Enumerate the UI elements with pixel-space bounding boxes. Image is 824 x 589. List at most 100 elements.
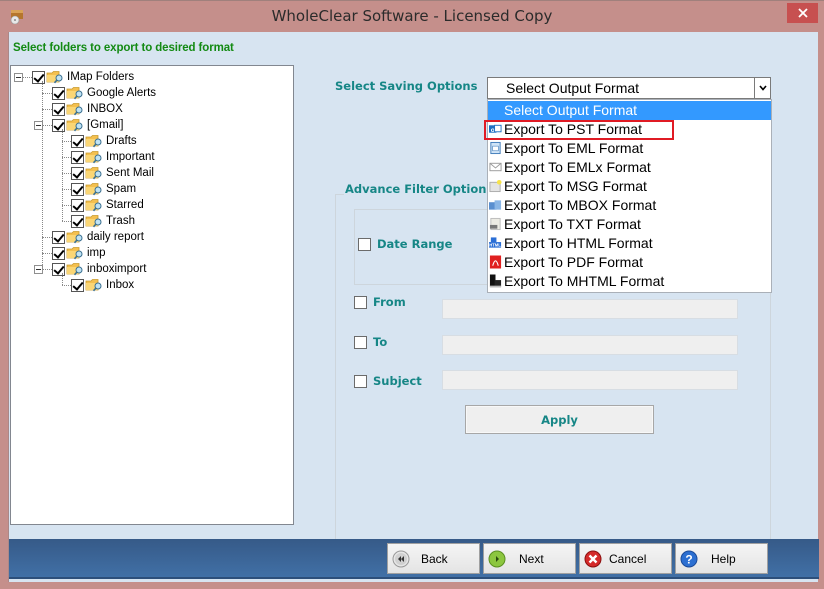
subject-input[interactable] xyxy=(443,371,737,389)
tree-connector xyxy=(62,173,71,174)
tree-node-checkbox[interactable] xyxy=(52,246,65,260)
instruction-heading: Select folders to export to desired form… xyxy=(13,42,234,54)
envelope-icon xyxy=(489,162,502,172)
title-bar[interactable]: WholeClear Software - Licensed Copy xyxy=(0,1,824,32)
tree-connector xyxy=(62,129,63,221)
tree-node-label: Starred xyxy=(106,199,144,211)
to-input[interactable] xyxy=(443,336,737,354)
date-range-checkbox[interactable] xyxy=(358,238,371,251)
tree-node-label: Drafts xyxy=(106,135,137,147)
tree-node-checkbox[interactable] xyxy=(71,214,84,228)
dropdown-option[interactable]: Export To MBOX Format xyxy=(488,196,771,215)
folder-search-icon xyxy=(46,71,63,84)
tree-connector xyxy=(42,109,52,110)
tree-connector xyxy=(42,237,52,238)
close-icon xyxy=(797,8,808,18)
from-label: From xyxy=(373,295,406,309)
tree-node[interactable]: Starred xyxy=(71,197,144,213)
collapse-toggle[interactable] xyxy=(14,73,23,82)
tree-node-checkbox[interactable] xyxy=(71,278,84,292)
tree-node-checkbox[interactable] xyxy=(52,86,65,100)
dropdown-option[interactable]: HTML Export To HTML Format xyxy=(488,234,771,253)
cancel-button[interactable]: Cancel xyxy=(579,543,672,574)
tree-node-checkbox[interactable] xyxy=(52,230,65,244)
tree-node-label: imp xyxy=(87,247,106,259)
tree-node-label: IMap Folders xyxy=(67,71,135,83)
folder-search-icon xyxy=(85,151,102,164)
from-input[interactable] xyxy=(443,300,737,318)
tree-node-checkbox[interactable] xyxy=(71,198,84,212)
dropdown-option[interactable]: Export To MHTML Format xyxy=(488,272,771,291)
back-button[interactable]: Back xyxy=(387,543,480,574)
apply-button[interactable]: Apply xyxy=(465,405,654,434)
tree-node-label: Spam xyxy=(106,183,137,195)
tree-node-label: Sent Mail xyxy=(106,167,154,179)
html-file-icon: HTML xyxy=(489,237,501,248)
tree-node[interactable]: inboximport xyxy=(52,261,146,277)
dropdown-option[interactable]: o Export To PST Format xyxy=(488,120,771,139)
from-checkbox[interactable] xyxy=(354,296,367,309)
dropdown-option-label: Export To MBOX Format xyxy=(504,197,657,213)
tree-node-checkbox[interactable] xyxy=(52,262,65,276)
advance-filter-title: Advance Filter Option xyxy=(344,182,488,196)
dropdown-option-label: Export To MHTML Format xyxy=(504,273,665,289)
to-field[interactable] xyxy=(442,335,738,355)
tree-connector xyxy=(42,93,52,94)
subject-checkbox[interactable] xyxy=(354,375,367,388)
dropdown-option[interactable]: Export To PDF Format xyxy=(488,253,771,272)
dropdown-option[interactable]: Export To TXT Format xyxy=(488,215,771,234)
tree-node[interactable]: daily report xyxy=(52,229,144,245)
from-field[interactable] xyxy=(442,299,738,319)
tree-node-label: [Gmail] xyxy=(87,119,124,131)
tree-node-checkbox[interactable] xyxy=(52,118,65,132)
folder-search-icon xyxy=(85,183,102,196)
tree-connector xyxy=(62,285,71,286)
tree-node[interactable]: Inbox xyxy=(71,277,134,293)
output-format-dropdown-list[interactable]: Select Output Format o Export To PST Forma… xyxy=(487,99,772,293)
tree-connector xyxy=(62,205,71,206)
tree-node[interactable]: imp xyxy=(52,245,106,261)
dropdown-button[interactable] xyxy=(754,78,770,98)
tree-node-checkbox[interactable] xyxy=(52,102,65,116)
dropdown-option[interactable]: Export To EMLx Format xyxy=(488,158,771,177)
tree-node[interactable]: IMap Folders xyxy=(32,69,134,85)
folder-tree[interactable]: IMap Folders Google Alerts INBOX [Gmail] Dra… xyxy=(10,65,294,525)
folder-search-icon xyxy=(66,263,83,276)
folder-search-icon xyxy=(85,167,102,180)
dropdown-option[interactable]: Export To EML Format xyxy=(488,139,771,158)
folder-search-icon xyxy=(66,231,83,244)
tree-node[interactable]: INBOX xyxy=(52,101,123,117)
dropdown-option[interactable]: Select Output Format xyxy=(488,101,771,120)
help-button[interactable]: ? Help xyxy=(675,543,768,574)
folder-search-icon xyxy=(66,103,83,116)
txt-file-icon xyxy=(489,217,501,231)
tree-node[interactable]: Drafts xyxy=(71,133,137,149)
outlook-icon: o xyxy=(489,124,502,134)
help-question-icon: ? xyxy=(680,550,698,568)
tree-node[interactable]: Trash xyxy=(71,213,135,229)
folder-search-icon xyxy=(85,279,102,292)
tree-node-checkbox[interactable] xyxy=(71,166,84,180)
tree-node[interactable]: Google Alerts xyxy=(52,85,156,101)
tree-node[interactable]: Spam xyxy=(71,181,136,197)
dropdown-option[interactable]: Export To MSG Format xyxy=(488,177,771,196)
saving-options-label: Select Saving Options xyxy=(335,79,478,93)
cancel-x-icon xyxy=(584,550,602,568)
output-format-select[interactable]: Select Output Format xyxy=(487,77,771,99)
eml-file-icon xyxy=(490,141,501,155)
to-checkbox[interactable] xyxy=(354,336,367,349)
close-button[interactable] xyxy=(787,3,818,23)
tree-node-label: Google Alerts xyxy=(87,87,157,99)
tree-node-checkbox[interactable] xyxy=(71,150,84,164)
next-button[interactable]: Next xyxy=(483,543,576,574)
folder-search-icon xyxy=(66,87,83,100)
dropdown-option-label: Export To EML Format xyxy=(504,140,644,156)
dropdown-option-label: Export To MSG Format xyxy=(504,178,647,194)
subject-field[interactable] xyxy=(442,370,738,390)
tree-node-checkbox[interactable] xyxy=(71,134,84,148)
tree-node[interactable]: Important xyxy=(71,149,155,165)
tree-node-checkbox[interactable] xyxy=(71,182,84,196)
tree-node[interactable]: Sent Mail xyxy=(71,165,154,181)
tree-node-checkbox[interactable] xyxy=(32,70,45,84)
next-label: Next xyxy=(519,552,544,566)
